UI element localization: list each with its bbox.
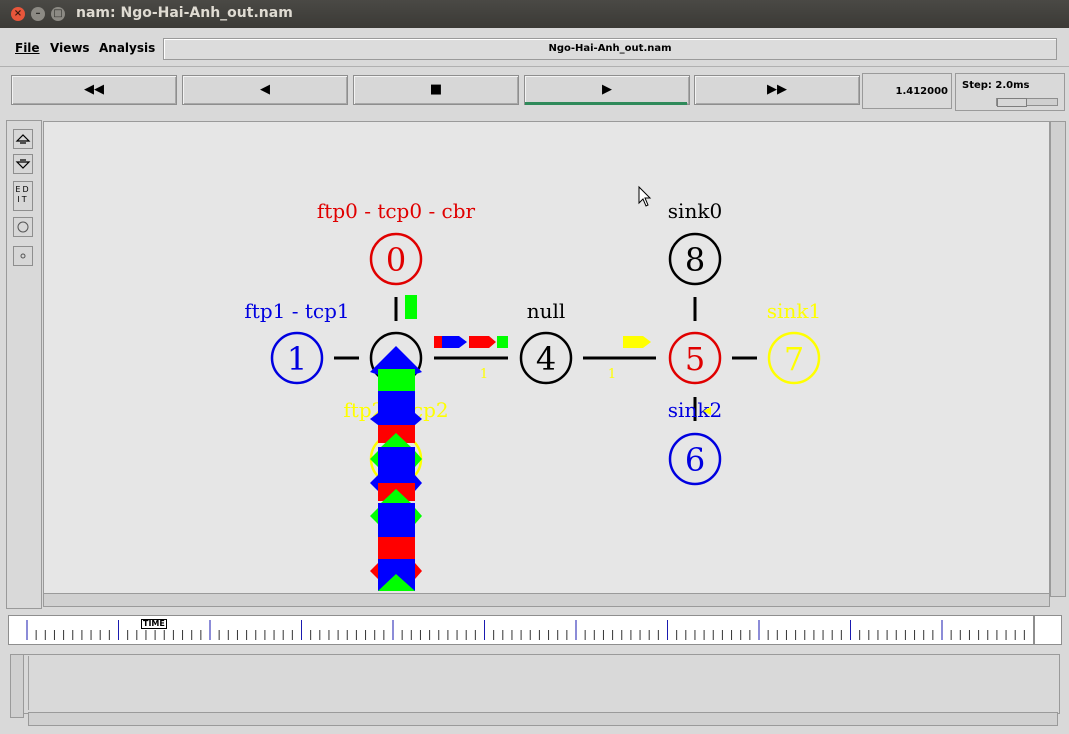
play-active-indicator bbox=[525, 102, 687, 105]
node-1-id: 1 bbox=[287, 340, 307, 378]
time-display: 1.412000 bbox=[862, 73, 952, 109]
timeline-end bbox=[1034, 615, 1062, 645]
packet bbox=[497, 336, 508, 348]
step-back-button[interactable]: ◀ bbox=[182, 75, 348, 105]
annotation-vertical-scrollbar[interactable] bbox=[10, 654, 24, 718]
network-canvas[interactable]: 0 1 4 5 6 7 8 ftp0 - tcp0 - cbr ftp1 - t… bbox=[43, 121, 1050, 594]
node-4-id: 4 bbox=[536, 340, 556, 378]
zoom-in-icon[interactable] bbox=[13, 129, 33, 149]
zoom-out-icon[interactable] bbox=[13, 154, 33, 174]
minimize-icon[interactable]: – bbox=[31, 7, 45, 21]
link-4-5-label: 1 bbox=[608, 367, 616, 382]
packet bbox=[405, 295, 417, 319]
annotation-horizontal-scrollbar[interactable] bbox=[28, 712, 1058, 726]
mouse-cursor bbox=[638, 185, 652, 207]
menu-bar: File Views Analysis Ngo-Hai-Anh_out.nam bbox=[0, 28, 1069, 67]
label-node-7: sink1 bbox=[767, 299, 821, 323]
timeline-marker[interactable]: TIME bbox=[141, 619, 167, 629]
canvas-vertical-scrollbar[interactable] bbox=[1050, 121, 1066, 597]
step-control: Step: 2.0ms bbox=[955, 73, 1065, 111]
menu-views[interactable]: Views bbox=[50, 41, 90, 55]
packet-queue bbox=[370, 346, 422, 591]
window-title: nam: Ngo-Hai-Anh_out.nam bbox=[76, 5, 293, 21]
close-icon[interactable]: × bbox=[11, 7, 25, 21]
maximize-icon[interactable]: □ bbox=[51, 7, 65, 21]
link-2-4-label: 1 bbox=[480, 367, 488, 382]
step-slider-thumb[interactable] bbox=[997, 98, 1027, 107]
node-tool-icon[interactable] bbox=[13, 217, 33, 237]
label-node-8: sink0 bbox=[668, 199, 722, 223]
step-label: Step: 2.0ms bbox=[962, 80, 1030, 91]
node-7-id: 7 bbox=[784, 340, 804, 378]
title-bar: × – □ nam: Ngo-Hai-Anh_out.nam bbox=[0, 0, 1069, 28]
label-node-4: null bbox=[527, 299, 566, 323]
node-5-id: 5 bbox=[685, 340, 705, 378]
edit-icon[interactable]: EDIT bbox=[13, 181, 33, 211]
packet bbox=[623, 336, 651, 348]
edit-toolbar: EDIT bbox=[6, 120, 42, 609]
rewind-button[interactable]: ◀◀ bbox=[11, 75, 177, 105]
node-8-id: 8 bbox=[685, 241, 705, 279]
packet bbox=[469, 336, 496, 348]
label-node-1: ftp1 - tcp1 bbox=[244, 299, 349, 323]
annotation-list[interactable] bbox=[28, 656, 1057, 710]
label-node-0: ftp0 - tcp0 - cbr bbox=[317, 199, 476, 223]
timeline[interactable]: TIME bbox=[8, 615, 1034, 645]
canvas-horizontal-scrollbar[interactable] bbox=[43, 593, 1050, 607]
menu-analysis[interactable]: Analysis bbox=[99, 41, 155, 55]
node-6-id: 6 bbox=[685, 441, 705, 479]
agent-tool-icon[interactable] bbox=[13, 246, 33, 266]
play-button[interactable]: ▶ bbox=[524, 75, 690, 105]
node-0-id: 0 bbox=[386, 241, 406, 279]
stop-button[interactable]: ■ bbox=[353, 75, 519, 105]
step-slider[interactable] bbox=[996, 98, 1058, 107]
packet bbox=[434, 336, 442, 348]
filename-display: Ngo-Hai-Anh_out.nam bbox=[163, 38, 1057, 60]
fast-forward-button[interactable]: ▶▶ bbox=[694, 75, 860, 105]
menu-file[interactable]: File bbox=[15, 41, 40, 55]
label-node-6: sink2 bbox=[668, 398, 722, 422]
